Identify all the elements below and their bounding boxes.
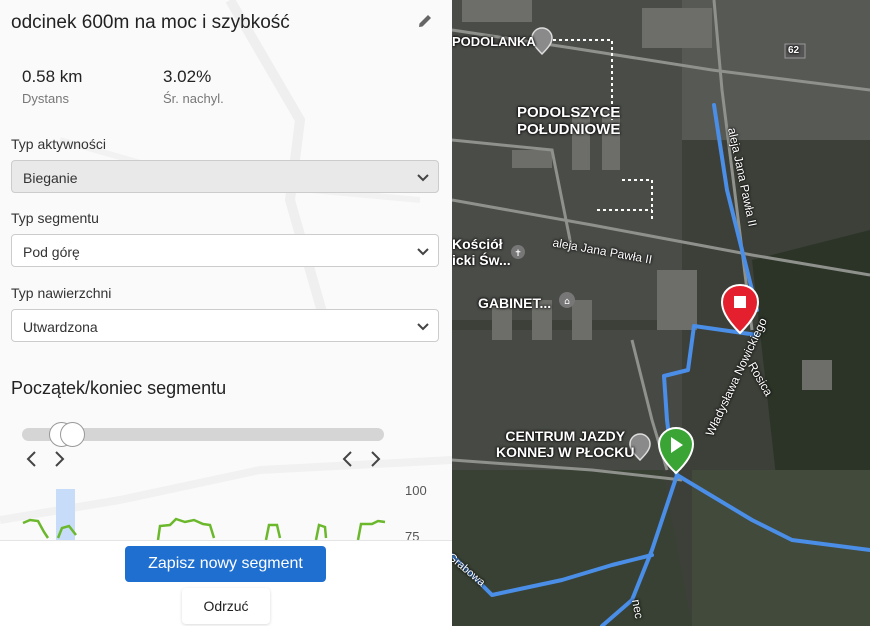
- map-label-riding-center: CENTRUM JAZDY KONNEJ W PŁOCKU: [496, 428, 635, 460]
- surface-type-label: Typ nawierzchni: [11, 285, 112, 301]
- chevron-down-icon: [417, 174, 429, 182]
- map-imagery: ✝ ⌂: [452, 0, 870, 626]
- svg-text:⌂: ⌂: [564, 297, 570, 307]
- segment-type-value: Pod górę: [23, 244, 80, 260]
- grade-stat: 3.02% Śr. nachyl.: [163, 67, 224, 106]
- map-label-clinic: GABINET...: [478, 295, 552, 311]
- segment-panel: odcinek 600m na moc i szybkość 0.58 km D…: [0, 0, 452, 626]
- road-number-badge: 62: [788, 45, 800, 56]
- profile-axis-top: 100: [405, 483, 427, 498]
- distance-label: Dystans: [22, 91, 69, 106]
- grade-label: Śr. nachyl.: [163, 91, 224, 106]
- segment-type-label: Typ segmentu: [11, 210, 99, 226]
- elevation-profile[interactable]: [20, 480, 400, 540]
- map-label-podolanka: PODOLANKA: [452, 34, 536, 49]
- start-prev-icon[interactable]: [24, 450, 40, 468]
- distance-stat: 0.58 km Dystans: [22, 67, 82, 106]
- range-end-handle[interactable]: [60, 422, 86, 447]
- surface-type-value: Utwardzona: [23, 319, 98, 335]
- satellite-map[interactable]: ✝ ⌂ PODOLANKA PODOLSZYCE POŁUDNIOWE Kośc…: [452, 0, 870, 626]
- segment-range-title: Początek/koniec segmentu: [11, 378, 227, 398]
- pencil-icon[interactable]: [416, 12, 434, 30]
- end-prev-icon[interactable]: [340, 450, 356, 468]
- map-label-district: PODOLSZYCE POŁUDNIOWE: [517, 104, 621, 138]
- discard-button[interactable]: Odrzuć: [182, 588, 270, 624]
- selected-range-highlight: [56, 489, 75, 540]
- end-next-icon[interactable]: [367, 450, 383, 468]
- save-segment-button[interactable]: Zapisz nowy segment: [125, 546, 326, 582]
- segment-title: odcinek 600m na moc i szybkość: [11, 12, 290, 33]
- start-next-icon[interactable]: [51, 450, 67, 468]
- segment-type-select[interactable]: Pod górę: [11, 234, 439, 267]
- distance-value: 0.58 km: [22, 67, 83, 86]
- map-label-church: Kościół icki Św...: [452, 236, 511, 268]
- activity-type-select[interactable]: Bieganie: [11, 160, 439, 193]
- grade-value: 3.02%: [163, 67, 212, 86]
- chevron-down-icon: [417, 248, 429, 256]
- surface-type-select[interactable]: Utwardzona: [11, 309, 439, 342]
- activity-type-value: Bieganie: [23, 170, 78, 186]
- chevron-down-icon: [417, 323, 429, 331]
- activity-type-label: Typ aktywności: [11, 136, 106, 152]
- svg-text:✝: ✝: [514, 249, 522, 259]
- segment-editor: odcinek 600m na moc i szybkość 0.58 km D…: [0, 0, 870, 626]
